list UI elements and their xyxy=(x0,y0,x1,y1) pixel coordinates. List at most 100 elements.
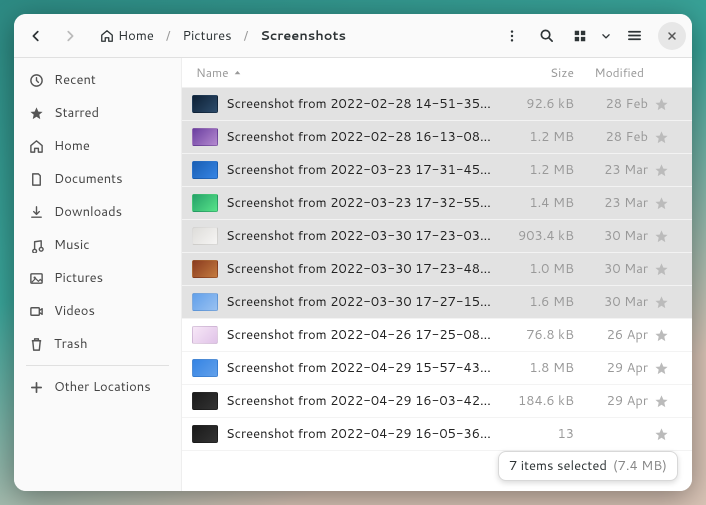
forward-button[interactable] xyxy=(54,20,86,52)
sidebar-item-trash[interactable]: Trash xyxy=(18,328,177,360)
sidebar-item-label: Starred xyxy=(54,104,99,122)
sidebar-item-other-locations[interactable]: Other Locations xyxy=(18,371,177,403)
file-name: Screenshot from 2022-03-30 17-23-48.png xyxy=(226,260,494,278)
star-button[interactable] xyxy=(654,361,678,376)
sidebar-item-music[interactable]: Music xyxy=(18,229,177,261)
sidebar-item-pictures[interactable]: Pictures xyxy=(18,262,177,294)
selection-status-size: (7.4 MB) xyxy=(613,457,667,475)
file-thumbnail xyxy=(192,359,218,377)
sort-asc-icon xyxy=(233,68,242,77)
file-size: 184.6 kB xyxy=(494,392,574,410)
sidebar-item-label: Home xyxy=(54,137,90,155)
file-row[interactable]: Screenshot from 2022-02-28 14-51-35.png9… xyxy=(182,88,692,121)
sidebar-item-label: Recent xyxy=(54,71,96,89)
file-name: Screenshot from 2022-03-23 17-32-55.png xyxy=(226,194,494,212)
selection-status: 7 items selected (7.4 MB) xyxy=(498,451,678,481)
back-button[interactable] xyxy=(20,20,52,52)
breadcrumb-screenshots[interactable]: Screenshots xyxy=(254,23,352,49)
file-modified: 30 Mar xyxy=(574,293,654,311)
file-row[interactable]: Screenshot from 2022-04-26 17-25-08.png7… xyxy=(182,319,692,352)
hamburger-menu-button[interactable] xyxy=(618,20,650,52)
music-icon xyxy=(28,237,44,253)
file-name: Screenshot from 2022-03-30 17-23-03.png xyxy=(226,227,494,245)
file-size: 1.2 MB xyxy=(494,128,574,146)
close-button[interactable] xyxy=(658,22,686,50)
file-name: Screenshot from 2022-04-29 15-57-43.png xyxy=(226,359,494,377)
star-button[interactable] xyxy=(654,130,678,145)
window-body: Recent Starred Home Documents Downloads … xyxy=(14,58,692,491)
file-modified: 29 Apr xyxy=(574,359,654,377)
star-button[interactable] xyxy=(654,97,678,112)
file-modified: 29 Apr xyxy=(574,392,654,410)
file-size: 92.6 kB xyxy=(494,95,574,113)
sidebar-item-label: Documents xyxy=(54,170,123,188)
sidebar-item-starred[interactable]: Starred xyxy=(18,97,177,129)
star-button[interactable] xyxy=(654,295,678,310)
file-thumbnail xyxy=(192,128,218,146)
column-header-name[interactable]: Name xyxy=(196,64,494,81)
file-manager-window: Home / Pictures / Screenshots xyxy=(14,14,692,491)
file-size: 1.4 MB xyxy=(494,194,574,212)
sidebar-item-label: Trash xyxy=(54,335,88,353)
file-modified: 30 Mar xyxy=(574,260,654,278)
sidebar-item-videos[interactable]: Videos xyxy=(18,295,177,327)
file-thumbnail xyxy=(192,293,218,311)
star-button[interactable] xyxy=(654,394,678,409)
search-button[interactable] xyxy=(530,20,562,52)
file-row[interactable]: Screenshot from 2022-03-30 17-23-48.png1… xyxy=(182,253,692,286)
sidebar-item-label: Other Locations xyxy=(54,378,151,396)
home-icon xyxy=(100,29,114,43)
file-name: Screenshot from 2022-04-29 16-05-36.png xyxy=(226,425,494,443)
view-grid-button[interactable] xyxy=(564,20,596,52)
sidebar-item-label: Videos xyxy=(54,302,95,320)
file-name: Screenshot from 2022-03-23 17-31-45.png xyxy=(226,161,494,179)
file-row[interactable]: Screenshot from 2022-03-23 17-32-55.png1… xyxy=(182,187,692,220)
breadcrumb-home[interactable]: Home xyxy=(94,23,160,49)
star-button[interactable] xyxy=(654,328,678,343)
file-row[interactable]: Screenshot from 2022-03-30 17-23-03.png9… xyxy=(182,220,692,253)
sidebar-separator xyxy=(26,365,169,366)
downloads-icon xyxy=(28,204,44,220)
sidebar-item-home[interactable]: Home xyxy=(18,130,177,162)
file-row[interactable]: Screenshot from 2022-04-29 16-03-42.png1… xyxy=(182,385,692,418)
file-modified: 23 Mar xyxy=(574,161,654,179)
file-name: Screenshot from 2022-03-30 17-27-15.png xyxy=(226,293,494,311)
header-bar: Home / Pictures / Screenshots xyxy=(14,14,692,58)
star-icon xyxy=(28,105,44,121)
file-size: 1.0 MB xyxy=(494,260,574,278)
pictures-icon xyxy=(28,270,44,286)
sidebar: Recent Starred Home Documents Downloads … xyxy=(14,58,182,491)
file-thumbnail xyxy=(192,260,218,278)
star-button[interactable] xyxy=(654,196,678,211)
sidebar-item-label: Pictures xyxy=(54,269,103,287)
file-thumbnail xyxy=(192,392,218,410)
breadcrumb-pictures[interactable]: Pictures xyxy=(176,23,237,49)
file-thumbnail xyxy=(192,194,218,212)
view-dropdown-button[interactable] xyxy=(596,20,616,52)
file-size: 903.4 kB xyxy=(494,227,574,245)
file-modified: 28 Feb xyxy=(574,128,654,146)
star-button[interactable] xyxy=(654,262,678,277)
sidebar-item-documents[interactable]: Documents xyxy=(18,163,177,195)
home-icon xyxy=(28,138,44,154)
file-row[interactable]: Screenshot from 2022-03-23 17-31-45.png1… xyxy=(182,154,692,187)
file-row[interactable]: Screenshot from 2022-03-30 17-27-15.png1… xyxy=(182,286,692,319)
breadcrumb-separator: / xyxy=(166,27,171,45)
star-button[interactable] xyxy=(654,229,678,244)
star-button[interactable] xyxy=(654,427,678,442)
column-header-modified[interactable]: Modified xyxy=(574,64,654,81)
file-row[interactable]: Screenshot from 2022-04-29 15-57-43.png1… xyxy=(182,352,692,385)
file-row[interactable]: Screenshot from 2022-02-28 16-13-08.png1… xyxy=(182,121,692,154)
sidebar-item-recent[interactable]: Recent xyxy=(18,64,177,96)
file-row[interactable]: Screenshot from 2022-04-29 16-05-36.png1… xyxy=(182,418,692,451)
file-thumbnail xyxy=(192,161,218,179)
file-size: 1.8 MB xyxy=(494,359,574,377)
sidebar-item-downloads[interactable]: Downloads xyxy=(18,196,177,228)
videos-icon xyxy=(28,303,44,319)
file-thumbnail xyxy=(192,326,218,344)
location-options-button[interactable] xyxy=(496,20,528,52)
star-button[interactable] xyxy=(654,163,678,178)
breadcrumb-separator: / xyxy=(244,27,249,45)
file-list-body[interactable]: Screenshot from 2022-02-28 14-51-35.png9… xyxy=(182,88,692,491)
column-header-size[interactable]: Size xyxy=(494,64,574,81)
